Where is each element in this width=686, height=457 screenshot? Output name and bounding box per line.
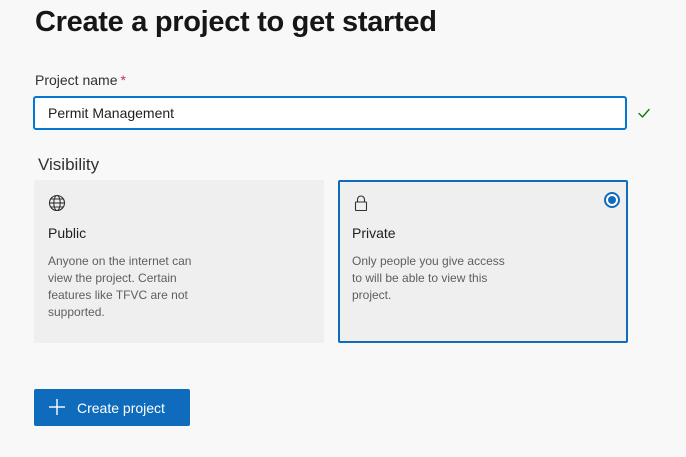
private-option-description: Only people you give access to will be a… <box>352 254 505 302</box>
checkmark-icon <box>638 108 650 118</box>
project-name-label: Project name * <box>35 72 126 88</box>
radio-selected-dot <box>608 196 616 204</box>
plus-icon <box>49 399 65 415</box>
page-title: Create a project to get started <box>35 6 437 38</box>
create-project-label: Create project <box>77 400 165 416</box>
project-name-label-text: Project name <box>35 72 118 88</box>
create-project-page: Create a project to get started Project … <box>0 0 686 457</box>
visibility-option-private[interactable]: Private Only people you give access to w… <box>338 180 628 343</box>
create-project-button[interactable]: Create project <box>34 389 190 426</box>
private-option-title: Private <box>352 225 396 241</box>
required-marker: * <box>120 72 126 88</box>
visibility-label: Visibility <box>38 155 100 174</box>
project-name-input[interactable] <box>33 96 627 130</box>
lock-icon <box>354 195 368 212</box>
public-option-title: Public <box>48 225 87 241</box>
private-radio-selected[interactable] <box>604 192 620 208</box>
globe-icon <box>48 194 66 212</box>
public-option-description: Anyone on the internet can view the proj… <box>48 254 192 319</box>
visibility-option-public[interactable]: Public Anyone on the internet can view t… <box>34 180 324 343</box>
